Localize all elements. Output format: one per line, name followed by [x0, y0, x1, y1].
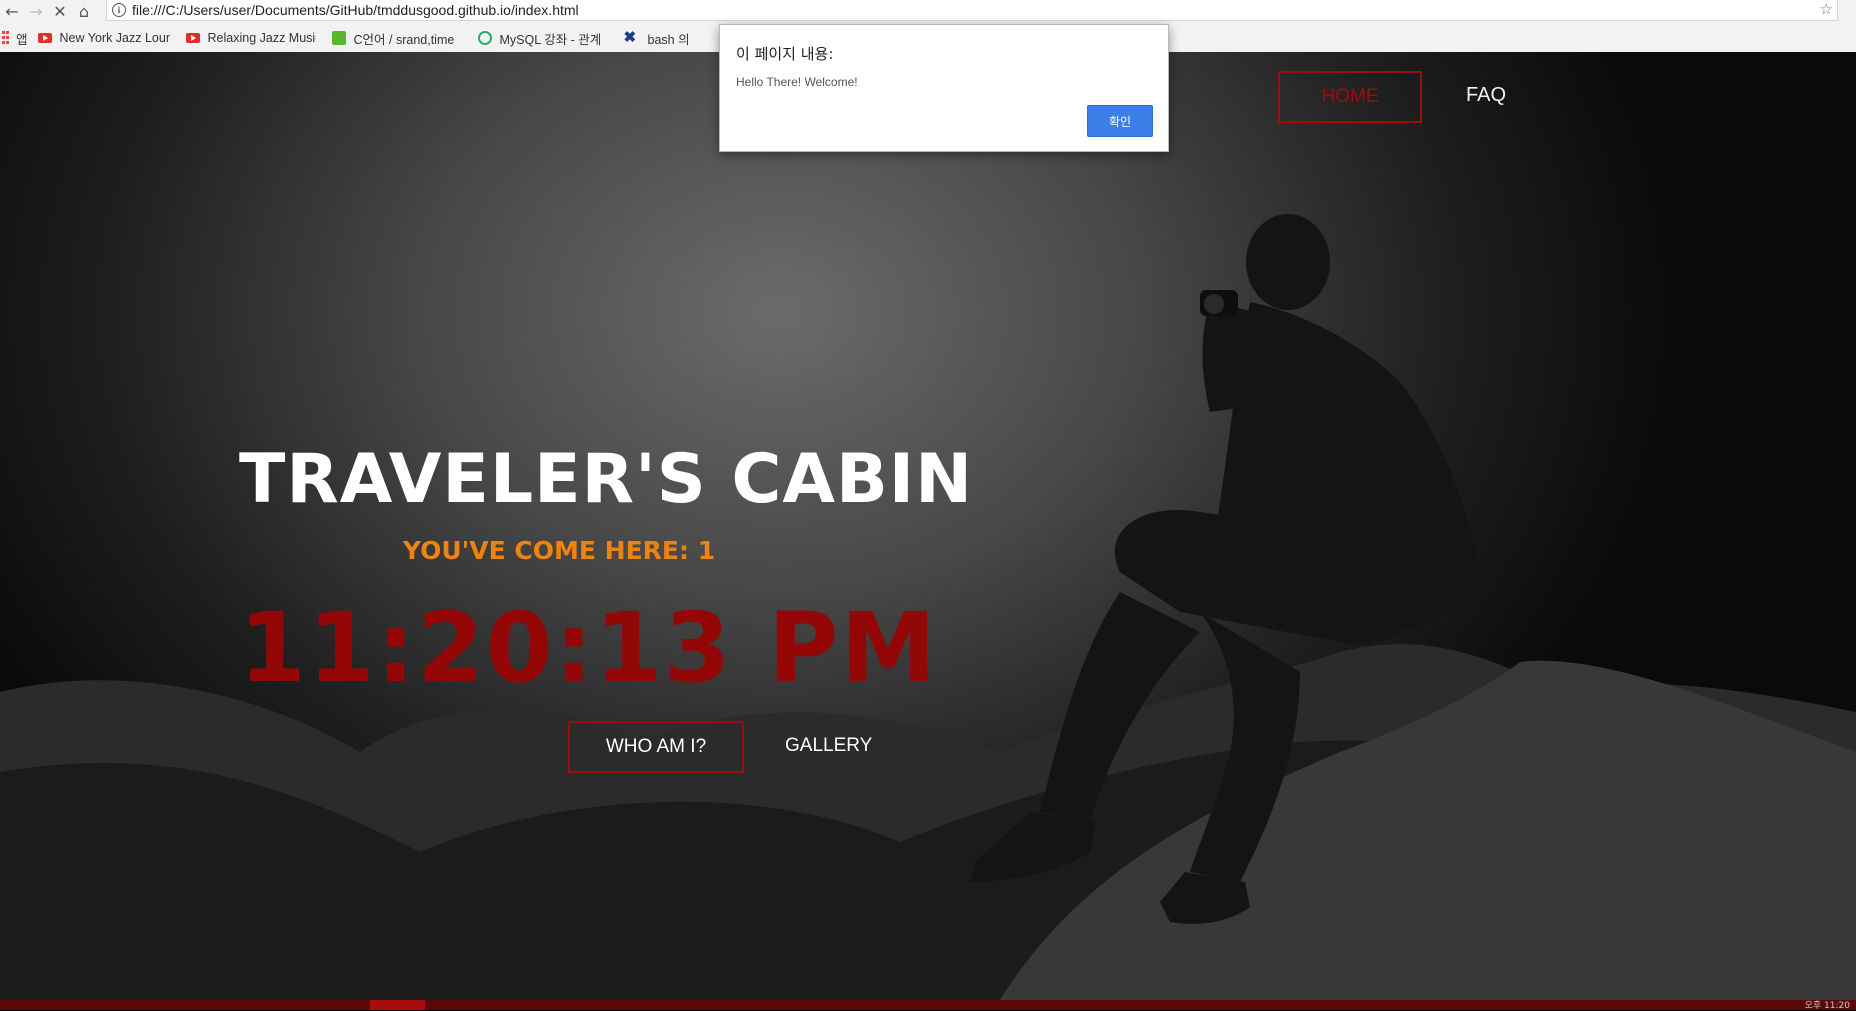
dialog-message: Hello There! Welcome!	[736, 75, 858, 89]
who-am-i-button[interactable]: WHO AM I?	[568, 721, 744, 773]
gallery-link[interactable]: GALLERY	[785, 735, 872, 757]
address-url[interactable]: file:///C:/Users/user/Documents/GitHub/t…	[132, 2, 579, 18]
page-viewport: HOME FAQ TRAVELER'S CABIN YOU'VE COME HE…	[0, 52, 1856, 1000]
clock-display: 11:20:13 PM	[239, 592, 938, 704]
stop-icon[interactable]: ✕	[48, 0, 72, 22]
apps-shortcut[interactable]: 앱	[2, 29, 28, 48]
taskbar-clock: 오후 11:20	[1804, 1001, 1850, 1011]
taskbar-active-item[interactable]	[370, 1000, 425, 1010]
youtube-icon	[185, 33, 200, 43]
dialog-ok-button[interactable]: 확인	[1087, 105, 1153, 137]
bookmark-label: MySQL 강좌 - 관계	[499, 32, 602, 47]
nav-faq-link[interactable]: FAQ	[1466, 84, 1506, 107]
home-icon[interactable]: ⌂	[72, 0, 96, 22]
back-icon[interactable]: ←	[0, 0, 24, 22]
bookmark-item[interactable]: New York Jazz Loun	[37, 31, 170, 45]
dialog-title: 이 페이지 내용:	[736, 45, 834, 63]
taskbar	[0, 1000, 1856, 1010]
bookmark-item[interactable]: ✖ bash 의	[624, 29, 696, 48]
x-icon: ✖	[623, 29, 637, 46]
bookmark-label: bash 의	[647, 32, 690, 47]
bookmark-star-icon[interactable]: ☆	[1820, 0, 1833, 18]
nav-home-link[interactable]: HOME	[1278, 71, 1422, 123]
visit-counter: YOU'VE COME HERE: 1	[402, 536, 716, 565]
apps-label: 앱	[16, 32, 28, 47]
info-icon[interactable]: i	[112, 3, 126, 17]
bookmark-item[interactable]: MySQL 강좌 - 관계	[477, 29, 608, 48]
apps-grid-icon	[2, 31, 10, 45]
youtube-icon	[37, 33, 52, 43]
bookmark-label: Relaxing Jazz Music	[207, 31, 316, 45]
site-title: TRAVELER'S CABIN	[239, 440, 974, 519]
bookmark-item[interactable]: Relaxing Jazz Music	[185, 31, 316, 45]
bookmark-item[interactable]: C언어 / srand,time	[331, 29, 462, 48]
forward-icon[interactable]: →	[24, 0, 48, 22]
blog-icon	[331, 31, 346, 45]
address-bar[interactable]: i file:///C:/Users/user/Documents/GitHub…	[106, 0, 1838, 21]
alert-dialog: 이 페이지 내용: Hello There! Welcome! 확인	[719, 24, 1169, 152]
bookmark-label: New York Jazz Loun	[59, 31, 170, 45]
hero-background-image	[0, 214, 1856, 1000]
q-icon	[477, 31, 492, 45]
bookmark-label: C언어 / srand,time	[353, 32, 455, 47]
